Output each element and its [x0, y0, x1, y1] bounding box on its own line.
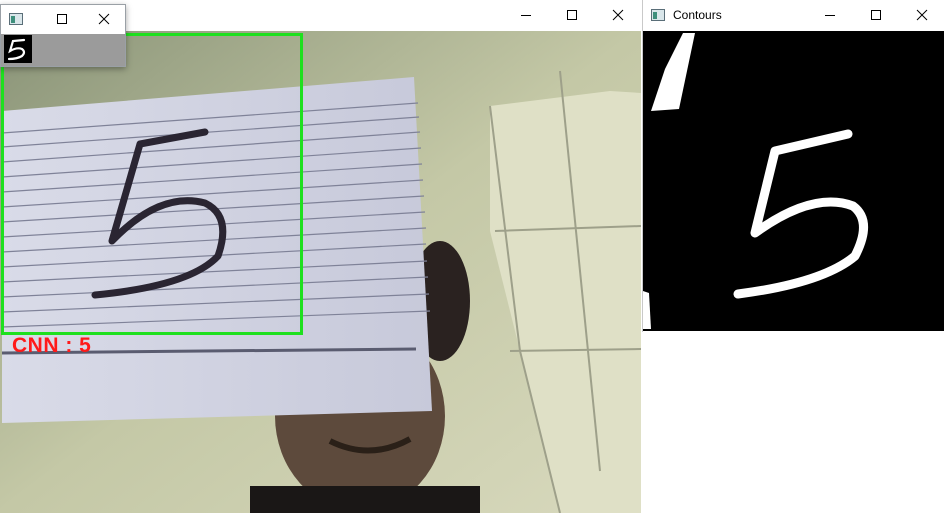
camera-feed	[0, 31, 641, 513]
prediction-label: CNN : 5	[12, 334, 92, 357]
digit-thumbnail	[4, 35, 32, 63]
contours-minimize-button[interactable]	[807, 0, 853, 30]
digit-image	[7, 38, 26, 61]
minimize-icon	[521, 15, 531, 16]
close-icon	[916, 9, 928, 21]
app-icon	[9, 13, 23, 25]
close-icon	[612, 9, 624, 21]
minimize-button[interactable]	[503, 0, 549, 30]
contours-close-button[interactable]	[899, 0, 944, 30]
contours-window: Contours	[642, 0, 944, 332]
maximize-icon	[57, 14, 67, 24]
app-icon	[651, 9, 665, 21]
contours-maximize-button[interactable]	[853, 0, 899, 30]
minimize-icon	[825, 15, 835, 16]
camera-frame-image	[0, 31, 641, 513]
digit-maximize-button[interactable]	[41, 5, 83, 33]
close-button[interactable]	[595, 0, 641, 30]
contours-image	[643, 31, 944, 331]
camera-window: CNN : 5	[0, 0, 641, 513]
digit-window	[0, 4, 126, 67]
maximize-button[interactable]	[549, 0, 595, 30]
digit-preview	[1, 34, 125, 66]
maximize-icon	[871, 10, 881, 20]
digit-titlebar[interactable]	[1, 5, 125, 33]
contours-mask	[643, 33, 868, 329]
contours-window-title: Contours	[673, 8, 722, 22]
maximize-icon	[567, 10, 577, 20]
digit-close-button[interactable]	[83, 5, 125, 33]
close-icon	[98, 13, 110, 25]
contours-titlebar[interactable]: Contours	[643, 0, 944, 30]
